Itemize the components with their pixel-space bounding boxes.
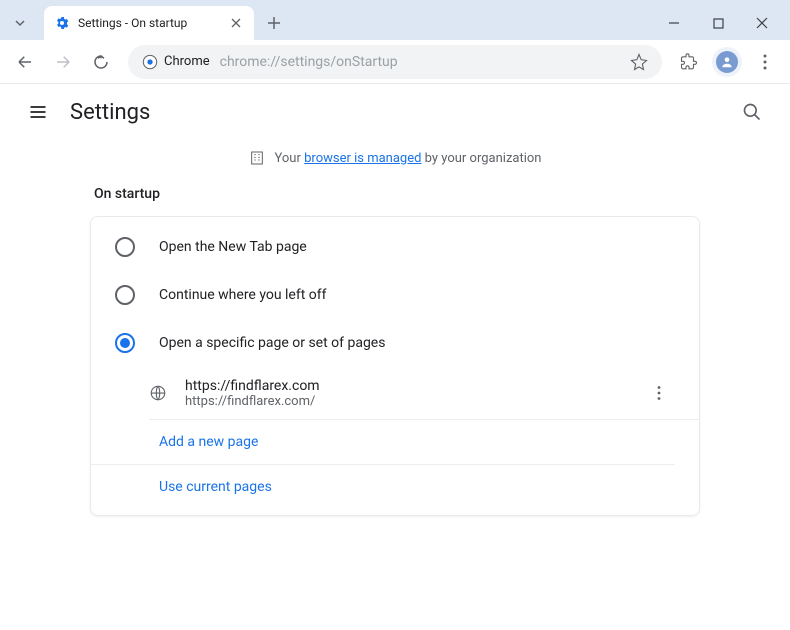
managed-prefix: Your	[275, 151, 305, 166]
close-icon	[231, 18, 241, 28]
minimize-button[interactable]	[652, 8, 696, 38]
site-chip-label: Chrome	[164, 54, 210, 69]
add-page-link[interactable]: Add a new page	[159, 434, 258, 450]
bookmark-button[interactable]	[630, 53, 648, 71]
browser-tab[interactable]: Settings - On startup	[44, 6, 254, 40]
managed-notice: Your browser is managed by your organiza…	[0, 140, 790, 176]
startup-pages-list: https://findflarex.com https://findflare…	[91, 367, 699, 420]
avatar-icon	[716, 51, 738, 73]
startup-card: Open the New Tab page Continue where you…	[90, 216, 700, 516]
settings-title: Settings	[70, 100, 150, 125]
radio-icon	[115, 285, 135, 305]
tab-search-button[interactable]	[6, 9, 34, 37]
search-settings-button[interactable]	[734, 94, 770, 130]
radio-icon	[115, 237, 135, 257]
radio-specific-pages[interactable]: Open a specific page or set of pages	[91, 319, 699, 367]
building-icon	[249, 150, 265, 166]
close-window-button[interactable]	[740, 8, 784, 38]
use-current-link[interactable]: Use current pages	[159, 479, 272, 495]
search-icon	[742, 102, 762, 122]
page-title: https://findflarex.com	[185, 378, 625, 394]
startup-page-row: https://findflarex.com https://findflare…	[149, 367, 699, 420]
address-bar[interactable]: Chrome chrome://settings/onStartup	[128, 45, 662, 79]
extensions-button[interactable]	[672, 45, 706, 79]
new-tab-button[interactable]	[260, 9, 288, 37]
window-titlebar: Settings - On startup	[0, 0, 790, 40]
forward-button[interactable]	[46, 45, 80, 79]
use-current-row: Use current pages	[91, 465, 699, 509]
tab-close-button[interactable]	[228, 15, 244, 31]
add-page-row: Add a new page	[91, 420, 675, 465]
settings-content: On startup Open the New Tab page Continu…	[0, 186, 790, 516]
chevron-down-icon	[14, 17, 26, 29]
maximize-button[interactable]	[696, 8, 740, 38]
radio-icon	[115, 333, 135, 353]
browser-toolbar: Chrome chrome://settings/onStartup	[0, 40, 790, 84]
back-button[interactable]	[8, 45, 42, 79]
maximize-icon	[713, 18, 724, 29]
settings-header: Settings	[0, 84, 790, 140]
star-icon	[630, 53, 648, 71]
arrow-right-icon	[54, 53, 72, 71]
reload-icon	[92, 53, 110, 71]
managed-suffix: by your organization	[421, 151, 541, 166]
hamburger-icon	[28, 102, 48, 122]
close-icon	[756, 17, 768, 29]
radio-label: Open the New Tab page	[159, 239, 307, 255]
arrow-left-icon	[16, 53, 34, 71]
page-more-button[interactable]	[643, 377, 675, 409]
page-url: https://findflarex.com/	[185, 394, 625, 409]
url-text: chrome://settings/onStartup	[220, 54, 620, 70]
kebab-icon	[651, 385, 667, 401]
tab-title: Settings - On startup	[78, 16, 220, 30]
radio-open-newtab[interactable]: Open the New Tab page	[91, 223, 699, 271]
kebab-icon	[757, 54, 773, 70]
section-label: On startup	[94, 186, 700, 202]
radio-label: Open a specific page or set of pages	[159, 335, 385, 351]
reload-button[interactable]	[84, 45, 118, 79]
puzzle-icon	[680, 53, 698, 71]
minimize-icon	[668, 17, 680, 29]
radio-label: Continue where you left off	[159, 287, 327, 303]
radio-continue[interactable]: Continue where you left off	[91, 271, 699, 319]
settings-menu-button[interactable]	[20, 94, 56, 130]
menu-button[interactable]	[748, 45, 782, 79]
profile-button[interactable]	[712, 47, 742, 77]
settings-gear-icon	[54, 15, 70, 31]
plus-icon	[267, 16, 281, 30]
chrome-logo-icon	[142, 54, 158, 70]
site-chip: Chrome	[142, 54, 210, 70]
globe-icon	[149, 384, 167, 402]
managed-link[interactable]: browser is managed	[304, 151, 421, 166]
